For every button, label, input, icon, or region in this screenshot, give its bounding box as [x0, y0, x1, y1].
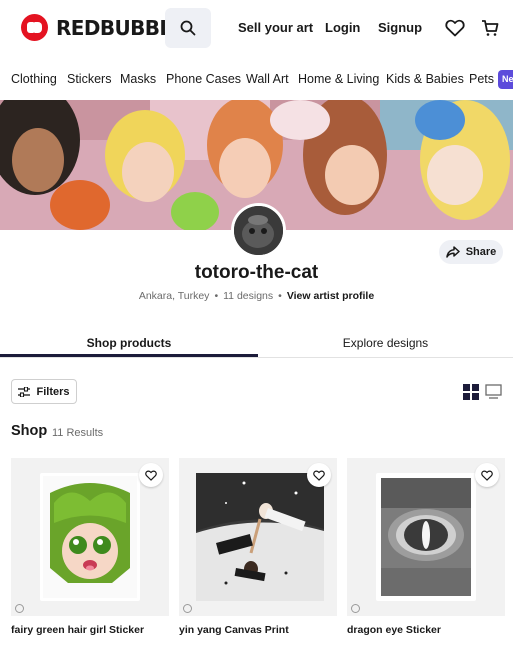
product-image: [40, 473, 140, 601]
signup-link[interactable]: Signup: [378, 20, 422, 35]
info-icon[interactable]: [183, 604, 192, 613]
wishlist-button[interactable]: [444, 17, 466, 39]
tab-explore-designs[interactable]: Explore designs: [258, 336, 513, 350]
product-title[interactable]: yin yang Canvas Print: [179, 624, 289, 636]
login-link[interactable]: Login: [325, 20, 360, 35]
artist-meta: Ankara, Turkey • 11 designs • View artist pr…: [0, 290, 513, 302]
nav-item-pets[interactable]: Pets: [469, 72, 494, 86]
nav-item-phone-cases[interactable]: Phone Cases: [166, 72, 241, 86]
search-icon: [180, 20, 196, 36]
nav-item-wall-art[interactable]: Wall Art: [246, 72, 289, 86]
grid-view-icon: [463, 384, 479, 400]
large-view-icon: [485, 384, 502, 399]
cart-icon: [482, 20, 499, 36]
shop-heading: Shop: [11, 423, 48, 439]
product-title[interactable]: dragon eye Sticker: [347, 624, 441, 636]
nav-item-stickers[interactable]: Stickers: [67, 72, 111, 86]
category-nav: Clothing Stickers Masks Phone Cases Wall…: [0, 62, 513, 96]
product-image: [376, 473, 476, 601]
redbubble-logo[interactable]: REDBUBBLE: [21, 14, 185, 41]
artist-location: Ankara, Turkey: [138, 290, 210, 302]
artist-design-count: 11 designs: [223, 290, 274, 302]
product-image: [196, 473, 324, 601]
nav-item-kids-babies[interactable]: Kids & Babies: [386, 72, 464, 86]
product-title[interactable]: fairy green hair girl Sticker: [11, 624, 144, 636]
separator-dot: •: [214, 290, 219, 302]
heart-icon: [313, 470, 325, 481]
results-count: 11 Results: [52, 427, 104, 439]
info-icon[interactable]: [351, 604, 360, 613]
site-header: REDBUBBLE Sell your art Login Signup: [0, 0, 513, 58]
like-button[interactable]: [475, 463, 499, 487]
sliders-icon: [18, 386, 31, 397]
search-button[interactable]: [165, 8, 211, 48]
artist-avatar[interactable]: [231, 203, 286, 258]
like-button[interactable]: [307, 463, 331, 487]
heart-icon: [445, 19, 465, 37]
share-icon: [445, 246, 460, 258]
new-badge: Ne: [498, 70, 513, 89]
shop-tabs: Shop products Explore designs: [0, 328, 513, 358]
active-tab-indicator: [0, 354, 258, 357]
large-view-button[interactable]: [485, 384, 502, 400]
grid-view-button[interactable]: [463, 384, 479, 400]
nav-item-home-living[interactable]: Home & Living: [298, 72, 379, 86]
info-icon[interactable]: [15, 604, 24, 613]
separator-dot: •: [278, 290, 282, 302]
view-artist-profile-link[interactable]: View artist profile: [287, 290, 374, 302]
cart-button[interactable]: [479, 17, 501, 39]
tab-shop-products[interactable]: Shop products: [0, 336, 258, 350]
share-label: Share: [465, 246, 497, 258]
filters-label: Filters: [36, 385, 70, 398]
heart-icon: [145, 470, 157, 481]
nav-item-masks[interactable]: Masks: [120, 72, 156, 86]
like-button[interactable]: [139, 463, 163, 487]
filters-button[interactable]: Filters: [11, 379, 77, 404]
logo-mark-icon: [21, 14, 48, 41]
sell-your-art-link[interactable]: Sell your art: [238, 20, 313, 35]
heart-icon: [481, 470, 493, 481]
share-button[interactable]: Share: [439, 240, 503, 264]
artist-name: totoro-the-cat: [194, 262, 319, 283]
nav-item-clothing[interactable]: Clothing: [11, 72, 57, 86]
